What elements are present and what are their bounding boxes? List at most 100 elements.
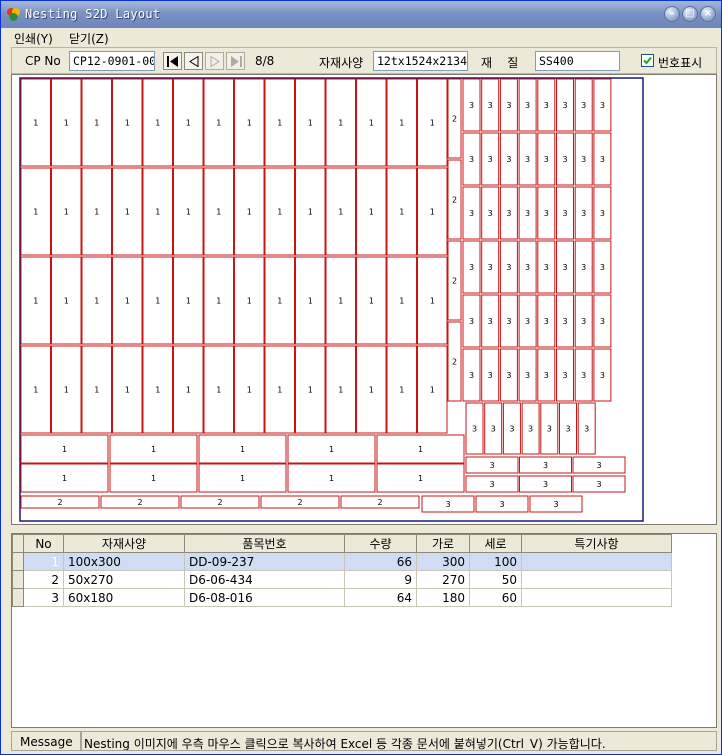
minimize-button[interactable]: –: [664, 6, 680, 22]
nest-part-label: 1: [430, 297, 435, 306]
column-header[interactable]: 가로: [416, 534, 470, 553]
row-header[interactable]: [12, 570, 24, 589]
nest-part: 3: [574, 186, 593, 240]
material-spec-field[interactable]: 12tx1524x2134: [373, 51, 468, 71]
nest-part-label: 3: [488, 371, 493, 380]
app-icon: [7, 8, 20, 21]
cell-note[interactable]: [521, 570, 672, 589]
column-header[interactable]: No: [23, 534, 64, 553]
title-bar[interactable]: Nesting S2D Layout – □ ×: [1, 1, 721, 28]
nest-part: 3: [481, 186, 500, 240]
nest-part: 1: [386, 345, 417, 434]
nest-part: 2: [100, 495, 180, 509]
nest-part-label: 1: [399, 386, 404, 395]
cell-spec[interactable]: 60x180: [63, 588, 185, 607]
nest-part-label: 3: [509, 425, 514, 434]
cell-spec[interactable]: 100x300: [63, 552, 185, 571]
nest-part-label: 3: [488, 263, 493, 272]
nest-part: 2: [447, 240, 462, 321]
nest-part: 3: [574, 240, 593, 294]
next-page-button[interactable]: [205, 52, 224, 70]
last-page-button[interactable]: [226, 52, 245, 70]
nest-part: 3: [593, 78, 612, 132]
cell-item[interactable]: D6-06-434: [184, 570, 345, 589]
cp-no-field[interactable]: CP12-0901-008: [69, 51, 155, 71]
column-header[interactable]: 세로: [469, 534, 522, 553]
nest-part: 3: [537, 186, 556, 240]
nest-part: 1: [173, 256, 204, 345]
nest-part: 3: [481, 132, 500, 186]
table-row[interactable]: 3 60x180 D6-08-016 64 180 60: [12, 588, 672, 607]
nest-part-label: 1: [151, 474, 156, 483]
nest-part-label: 3: [596, 461, 601, 470]
cell-item[interactable]: DD-09-237: [184, 552, 345, 571]
nest-part: 3: [518, 78, 537, 132]
cell-note[interactable]: [521, 552, 672, 571]
nest-part-label: 1: [64, 208, 69, 217]
nest-part-label: 3: [544, 371, 549, 380]
cell-height[interactable]: 50: [469, 570, 522, 589]
cell-qty[interactable]: 64: [344, 588, 417, 607]
cell-qty[interactable]: 9: [344, 570, 417, 589]
cell-note[interactable]: [521, 588, 672, 607]
prev-page-button[interactable]: [184, 52, 203, 70]
maximize-button[interactable]: □: [682, 6, 698, 22]
column-header[interactable]: 자재사양: [63, 534, 185, 553]
table-row[interactable]: 1 100x300 DD-09-237 66 300 100: [12, 552, 672, 571]
nest-part: 3: [574, 348, 593, 402]
column-header[interactable]: 수량: [344, 534, 417, 553]
cell-no[interactable]: 3: [23, 588, 64, 607]
nesting-drawing: 1 1 1 1 1 1 1 1 1 1 1 1 1 1 1 1 1 1 1 1 1 1 1 1 1 1 1 1 1 1 1 1 1 1 1 1 1 1 1 1…: [19, 77, 644, 522]
nest-part-label: 2: [452, 358, 457, 367]
status-message: Nesting 이미지에 우측 마우스 클릭으로 복사하여 Excel 등 각종…: [81, 731, 717, 751]
nest-part-label: 3: [600, 209, 605, 218]
nest-part: 3: [519, 456, 572, 474]
material-field[interactable]: SS400: [535, 51, 620, 71]
row-header[interactable]: [12, 552, 24, 571]
nest-part-label: 1: [155, 386, 160, 395]
cell-width[interactable]: 270: [416, 570, 470, 589]
row-header[interactable]: [12, 588, 24, 607]
column-header[interactable]: 품목번호: [184, 534, 345, 553]
nest-part-label: 3: [581, 317, 586, 326]
table-row[interactable]: 2 50x270 D6-06-434 9 270 50: [12, 570, 672, 589]
cell-no[interactable]: 2: [23, 570, 64, 589]
column-header[interactable]: 특기사항: [521, 534, 672, 553]
status-label: Message: [11, 731, 81, 751]
nest-part: 1: [20, 345, 51, 434]
nest-part: 1: [112, 167, 143, 256]
first-page-button[interactable]: [163, 52, 182, 70]
nesting-canvas[interactable]: 1 1 1 1 1 1 1 1 1 1 1 1 1 1 1 1 1 1 1 1 1 1 1 1 1 1 1 1 1 1 1 1 1 1 1 1 1 1 1 1…: [11, 74, 717, 525]
nest-part: 1: [356, 78, 387, 167]
nest-part: 3: [481, 240, 500, 294]
sheet-outline: [19, 77, 644, 522]
cell-height[interactable]: 60: [469, 588, 522, 607]
close-button[interactable]: ×: [700, 6, 716, 22]
nest-part-label: 1: [216, 208, 221, 217]
cell-width[interactable]: 180: [416, 588, 470, 607]
nest-part: 1: [109, 463, 198, 493]
nest-part: 1: [142, 345, 173, 434]
nest-part-label: 3: [525, 209, 530, 218]
nest-part-label: 1: [94, 119, 99, 128]
nest-part: 1: [142, 256, 173, 345]
nest-part-label: 3: [581, 155, 586, 164]
menu-close[interactable]: 닫기(Z): [69, 30, 109, 47]
nest-part-label: 3: [544, 209, 549, 218]
cell-width[interactable]: 300: [416, 552, 470, 571]
show-numbers-checkbox[interactable]: [641, 54, 654, 67]
toolbar: CP No CP12-0901-008 8/8 자재사양 12tx1524x21…: [11, 47, 717, 74]
cell-spec[interactable]: 50x270: [63, 570, 185, 589]
cell-height[interactable]: 100: [469, 552, 522, 571]
nest-part-label: 2: [377, 498, 382, 507]
nest-part-label: 1: [151, 445, 156, 454]
nest-part-label: 1: [125, 386, 130, 395]
nest-part-label: 1: [33, 297, 38, 306]
menu-print[interactable]: 인쇄(Y): [14, 30, 53, 47]
nest-part: 1: [173, 345, 204, 434]
nest-part-label: 3: [488, 317, 493, 326]
nest-part-label: 3: [543, 480, 548, 489]
cell-qty[interactable]: 66: [344, 552, 417, 571]
cell-item[interactable]: D6-08-016: [184, 588, 345, 607]
cell-no[interactable]: 1: [23, 552, 64, 571]
